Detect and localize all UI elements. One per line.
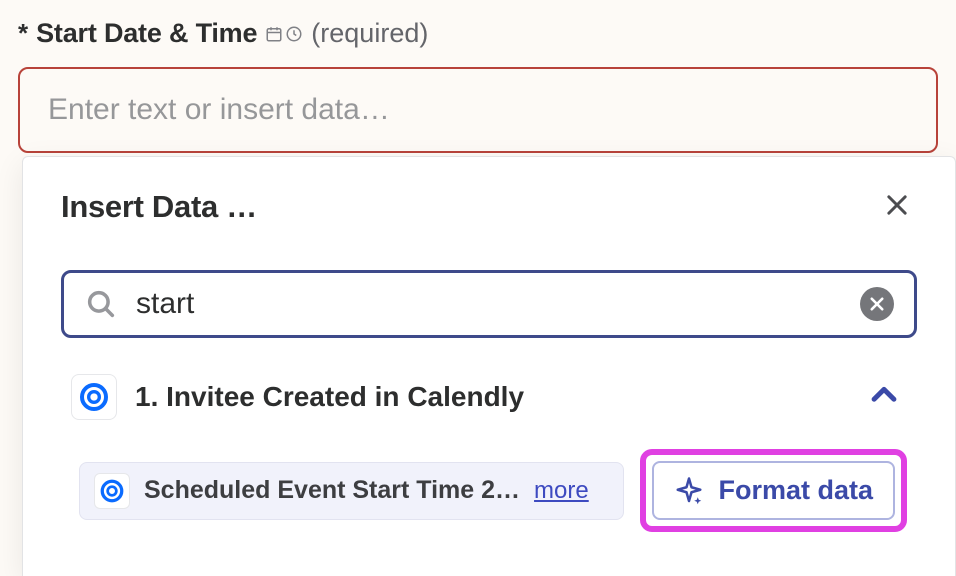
required-asterisk: * (18, 18, 28, 49)
clock-icon (285, 25, 303, 43)
format-data-button[interactable]: Format data (652, 461, 895, 520)
dropdown-header: Insert Data … (61, 185, 917, 228)
format-data-label: Format data (718, 475, 873, 506)
collapse-group-button[interactable] (861, 372, 907, 421)
x-icon (868, 295, 886, 313)
chevron-up-icon (867, 378, 901, 412)
data-field-option[interactable]: Scheduled Event Start Time 2… more (79, 462, 624, 520)
result-group: 1. Invitee Created in Calendly Scheduled… (61, 372, 917, 532)
group-title: 1. Invitee Created in Calendly (135, 381, 843, 413)
calendar-icon (265, 25, 283, 43)
start-datetime-input[interactable] (18, 67, 938, 153)
clear-search-button[interactable] (860, 287, 894, 321)
field-label-row: * Start Date & Time (required) (18, 18, 938, 49)
close-button[interactable] (877, 185, 917, 228)
search-field-wrap[interactable] (61, 270, 917, 338)
calendly-icon (99, 478, 125, 504)
sparkle-icon (674, 476, 704, 506)
required-label: (required) (311, 18, 428, 49)
insert-data-dropdown: Insert Data … 1. Invitee Created in Cale… (22, 156, 956, 576)
search-icon (84, 287, 118, 321)
search-input[interactable] (136, 287, 842, 321)
close-icon (883, 191, 911, 219)
field-hint-icons (265, 25, 303, 43)
dropdown-title: Insert Data … (61, 189, 257, 225)
result-item-row: Scheduled Event Start Time 2… more Forma… (71, 449, 907, 532)
format-data-highlight: Format data (640, 449, 907, 532)
more-link[interactable]: more (534, 477, 589, 505)
group-header[interactable]: 1. Invitee Created in Calendly (71, 372, 907, 421)
calendly-icon (78, 381, 110, 413)
calendly-app-icon (71, 374, 117, 420)
data-field-label: Scheduled Event Start Time 2… (144, 476, 520, 505)
field-label: Start Date & Time (36, 18, 257, 49)
calendly-app-icon-small (94, 473, 130, 509)
